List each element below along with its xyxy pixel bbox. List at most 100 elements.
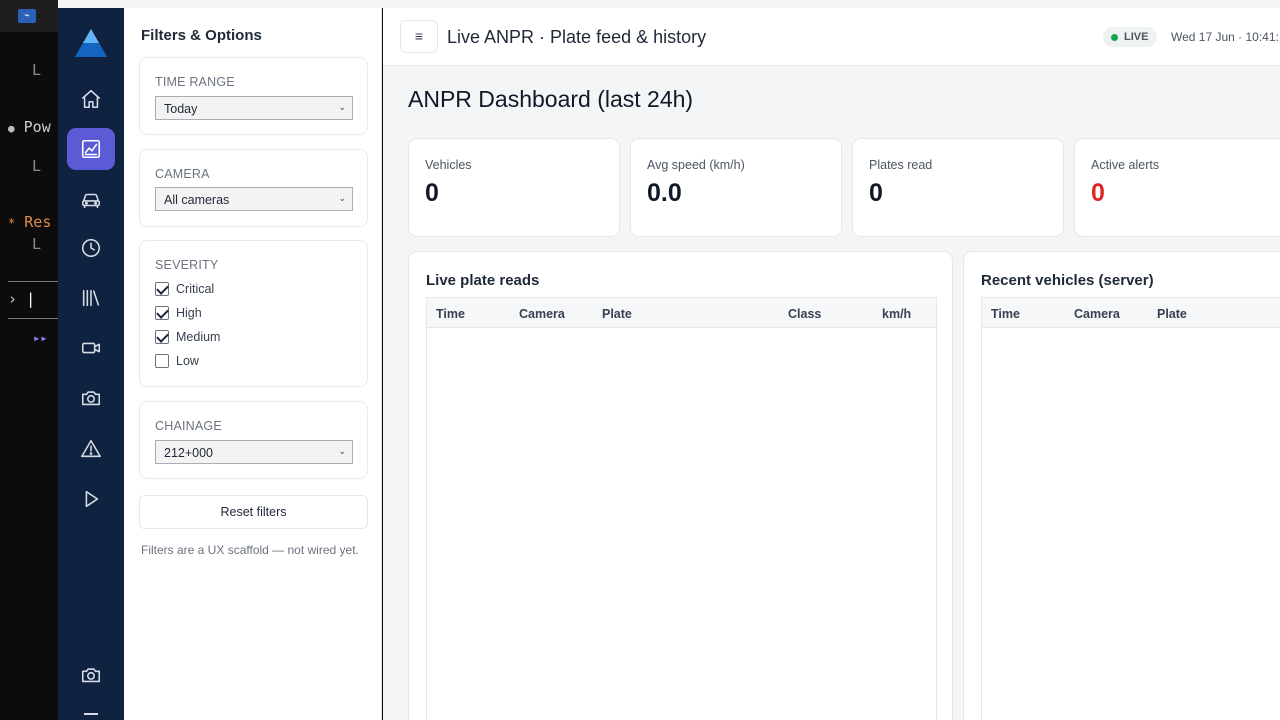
camera-icon — [81, 391, 101, 406]
camera-select[interactable]: All cameras ⌄ — [155, 187, 353, 211]
terminal-line: * Res — [8, 213, 52, 231]
snapshot-camera-icon — [81, 668, 101, 683]
kpi-value: 0.0 — [647, 179, 682, 207]
live-dot-icon — [1111, 33, 1118, 41]
camera-value: All cameras — [164, 193, 230, 207]
recent-vehicles-panel: Recent vehicles (server) Time Camera Pla… — [963, 251, 1280, 720]
library-icon — [82, 289, 100, 307]
warning-icon — [81, 439, 101, 458]
rail-analytics-button[interactable] — [67, 128, 115, 170]
chainage-card: CHAINAGE 212+000 ⌄ — [139, 401, 368, 479]
live-reads-table: Time Camera Plate Class km/h — [426, 297, 937, 720]
panel-title: Recent vehicles (server) — [981, 272, 1154, 289]
filters-title: Filters & Options — [141, 27, 262, 44]
camera-label: CAMERA — [155, 167, 210, 181]
page-title: ANPR Dashboard (last 24h) — [408, 86, 694, 112]
terminal-window: ⌁ L ● Pow L * Res L › | ▸▸ — [0, 0, 58, 720]
chevron-down-icon: ⌄ — [338, 446, 346, 456]
rail-alerts-button[interactable] — [67, 428, 115, 470]
reset-filters-button[interactable]: Reset filters — [139, 495, 368, 529]
column-header-kmh[interactable]: km/h — [882, 307, 911, 321]
chevron-down-icon: ⌄ — [338, 102, 346, 112]
severity-high-checkbox[interactable]: High — [155, 306, 202, 320]
header-datetime: Wed 17 Jun · 10:41:1 — [1171, 30, 1280, 44]
home-icon — [81, 89, 101, 109]
severity-medium-checkbox[interactable]: Medium — [155, 330, 220, 344]
terminal-line: ● Pow — [8, 118, 51, 136]
live-status-badge: LIVE — [1103, 27, 1158, 47]
window-top-strip — [58, 0, 1280, 8]
time-range-value: Today — [164, 102, 198, 116]
rail-home-button[interactable] — [67, 78, 115, 120]
kpi-card-vehicles: Vehicles 0 — [408, 138, 620, 237]
car-icon — [81, 193, 101, 209]
icon-rail — [58, 8, 124, 720]
column-header-plate[interactable]: Plate — [1157, 307, 1187, 321]
rail-library-button[interactable] — [67, 277, 115, 319]
severity-low-checkbox[interactable]: Low — [155, 354, 199, 368]
kpi-label: Plates read — [869, 158, 933, 172]
kpi-value: 0 — [1091, 179, 1105, 207]
terminal-separator — [8, 281, 58, 282]
filters-panel: Filters & Options TIME RANGE Today ⌄ CAM… — [124, 8, 382, 720]
column-header-time[interactable]: Time — [991, 307, 1020, 321]
severity-option-label: Critical — [176, 282, 215, 296]
terminal-line: ▸▸ — [33, 331, 48, 345]
terminal-line: L — [32, 235, 42, 253]
header-title: Live ANPR · Plate feed & history — [447, 27, 707, 47]
column-header-time[interactable]: Time — [436, 307, 465, 321]
terminal-line: L — [32, 61, 42, 79]
terminal-separator — [8, 318, 58, 319]
chainage-select[interactable]: 212+000 ⌄ — [155, 440, 353, 464]
table-header: Time Camera Plate — [982, 298, 1280, 328]
kpi-card-active-alerts: Active alerts 0 — [1074, 138, 1280, 237]
clock-icon — [81, 238, 101, 258]
chevron-down-icon: ⌄ — [338, 193, 346, 203]
chainage-label: CHAINAGE — [155, 419, 222, 433]
analytics-icon — [81, 139, 101, 159]
kpi-value: 0 — [425, 179, 439, 207]
table-header: Time Camera Plate Class km/h — [427, 298, 936, 328]
panel-title: Live plate reads — [426, 272, 540, 289]
camera-card: CAMERA All cameras ⌄ — [139, 149, 368, 227]
time-range-select[interactable]: Today ⌄ — [155, 96, 353, 120]
live-plate-reads-panel: Live plate reads Time Camera Plate Class… — [408, 251, 953, 720]
time-range-card: TIME RANGE Today ⌄ — [139, 57, 368, 135]
column-header-camera[interactable]: Camera — [1074, 307, 1120, 321]
chainage-value: 212+000 — [164, 446, 214, 460]
filters-note: Filters are a UX scaffold — not wired ye… — [141, 543, 359, 557]
checkbox-checked[interactable] — [155, 282, 169, 296]
kpi-card-plates-read: Plates read 0 — [852, 138, 1064, 237]
top-header: ≡ Live ANPR · Plate feed & history LIVE … — [383, 8, 1280, 66]
checkbox-checked[interactable] — [155, 306, 169, 320]
column-header-camera[interactable]: Camera — [519, 307, 565, 321]
rail-video-button[interactable] — [67, 327, 115, 369]
rail-overflow-indicator — [84, 713, 98, 715]
rail-snapshot-button[interactable] — [67, 654, 115, 696]
checkbox-checked[interactable] — [155, 330, 169, 344]
kpi-card-avg-speed: Avg speed (km/h) 0.0 — [630, 138, 842, 237]
rail-history-button[interactable] — [67, 227, 115, 269]
terminal-tab-bar[interactable]: ⌁ — [0, 0, 58, 32]
severity-option-label: High — [176, 306, 202, 320]
rail-play-button[interactable] — [67, 478, 115, 520]
live-label: LIVE — [1124, 31, 1149, 43]
play-icon — [85, 490, 99, 508]
severity-option-label: Medium — [176, 330, 221, 344]
time-range-label: TIME RANGE — [155, 75, 235, 89]
menu-toggle-button[interactable]: ≡ — [400, 20, 438, 53]
video-camera-icon — [81, 342, 101, 354]
rail-vehicles-button[interactable] — [67, 179, 115, 221]
severity-critical-checkbox[interactable]: Critical — [155, 282, 214, 296]
terminal-prompt[interactable]: › | — [8, 290, 35, 308]
severity-option-label: Low — [176, 354, 199, 368]
column-header-plate[interactable]: Plate — [602, 307, 632, 321]
app-logo-icon — [75, 29, 107, 57]
terminal-line: L — [32, 157, 42, 175]
severity-label: SEVERITY — [155, 258, 219, 272]
column-header-class[interactable]: Class — [788, 307, 821, 321]
powershell-icon[interactable]: ⌁ — [18, 9, 36, 23]
rail-camera-button[interactable] — [67, 377, 115, 419]
severity-card: SEVERITY Critical High Medium Low — [139, 240, 368, 387]
checkbox-unchecked[interactable] — [155, 354, 169, 368]
